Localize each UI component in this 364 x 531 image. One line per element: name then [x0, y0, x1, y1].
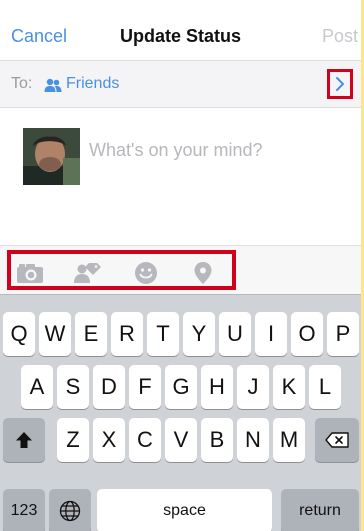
key-f[interactable]: F [129, 365, 161, 409]
key-c[interactable]: C [129, 418, 161, 462]
key-y[interactable]: Y [183, 312, 215, 356]
shift-arrow-icon [16, 432, 32, 448]
key-o[interactable]: O [291, 312, 323, 356]
space-key[interactable]: space [97, 489, 272, 531]
audience-row[interactable]: To: Friends [0, 60, 361, 108]
delete-key[interactable] [315, 418, 359, 462]
key-u[interactable]: U [219, 312, 251, 356]
globe-icon [59, 500, 81, 522]
key-j[interactable]: J [237, 365, 269, 409]
key-e[interactable]: E [75, 312, 107, 356]
key-g[interactable]: G [165, 365, 197, 409]
people-icon [44, 78, 62, 92]
tag-people-icon[interactable] [74, 262, 102, 284]
key-w[interactable]: W [39, 312, 71, 356]
key-d[interactable]: D [93, 365, 125, 409]
globe-key[interactable] [49, 489, 91, 531]
audience-next-button[interactable] [327, 69, 353, 99]
smiley-icon[interactable] [132, 262, 160, 284]
key-l[interactable]: L [309, 365, 341, 409]
key-m[interactable]: M [273, 418, 305, 462]
key-n[interactable]: N [237, 418, 269, 462]
key-h[interactable]: H [201, 365, 233, 409]
chevron-right-icon [336, 77, 344, 91]
audience-value[interactable]: Friends [66, 75, 119, 93]
page-title: Update Status [119, 26, 242, 46]
key-b[interactable]: B [201, 418, 233, 462]
key-k[interactable]: K [273, 365, 305, 409]
key-t[interactable]: T [147, 312, 179, 356]
numbers-key[interactable]: 123 [3, 489, 45, 531]
key-a[interactable]: A [21, 365, 53, 409]
backspace-icon [325, 432, 349, 448]
camera-icon[interactable] [16, 262, 44, 284]
shift-key[interactable] [3, 418, 45, 462]
status-input[interactable]: What's on your mind? [89, 140, 339, 161]
avatar [23, 128, 80, 185]
key-v[interactable]: V [165, 418, 197, 462]
key-r[interactable]: R [111, 312, 143, 356]
key-i[interactable]: I [255, 312, 287, 356]
post-button[interactable]: Post [322, 26, 358, 47]
key-x[interactable]: X [93, 418, 125, 462]
header: Cancel Update Status Post [0, 0, 361, 58]
return-key[interactable]: return [281, 489, 359, 531]
to-label: To: [11, 75, 33, 92]
update-status-screen: Cancel Update Status Post To: Friends Wh… [0, 0, 361, 531]
keyboard: Q W E R T Y U I O P A S D F G H J K L Z … [0, 294, 361, 531]
key-s[interactable]: S [57, 365, 89, 409]
key-p[interactable]: P [327, 312, 359, 356]
location-pin-icon[interactable] [189, 262, 217, 284]
key-z[interactable]: Z [57, 418, 89, 462]
key-q[interactable]: Q [3, 312, 35, 356]
